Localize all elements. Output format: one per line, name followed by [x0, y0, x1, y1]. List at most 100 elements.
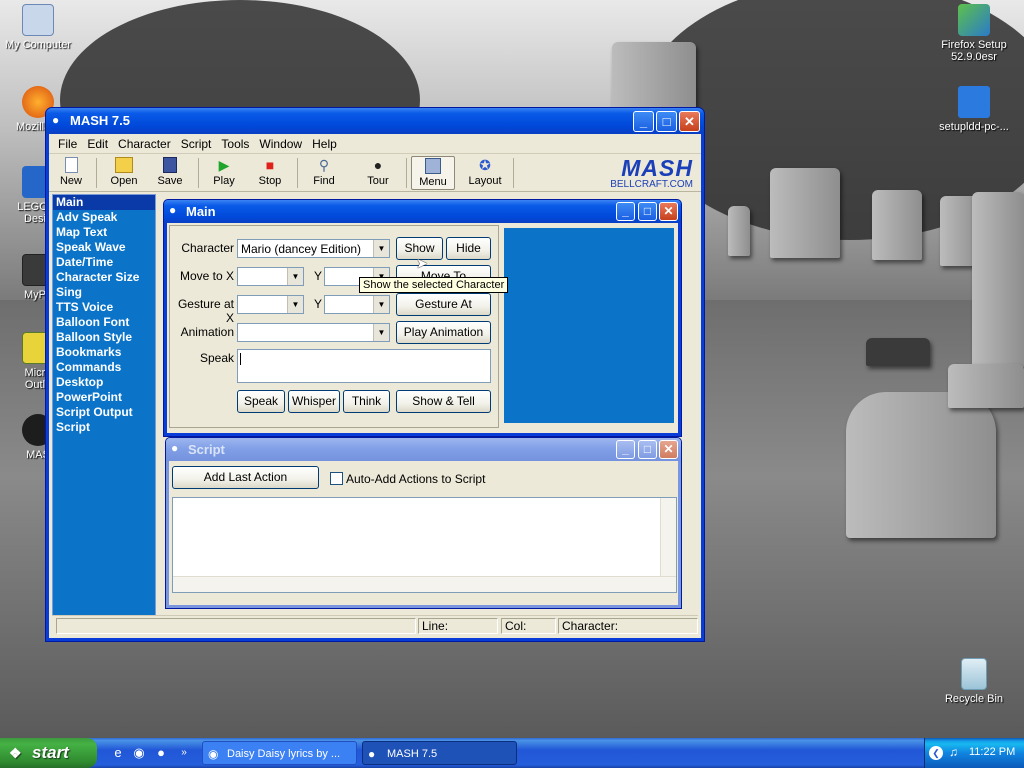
horizontal-scrollbar[interactable]	[173, 576, 676, 592]
show-and-tell-button[interactable]: Show & Tell	[396, 390, 491, 413]
text-caret	[240, 353, 241, 365]
firefox-quicklaunch-icon[interactable]: ◉	[131, 745, 147, 761]
chevron-down-icon[interactable]: ▼	[373, 296, 389, 313]
character-preview-area	[504, 228, 674, 423]
script-panel-client: Add Last Action Auto-Add Actions to Scri…	[169, 461, 678, 605]
script-panel-titlebar[interactable]: ● Script _ □ ✕	[166, 438, 681, 461]
chevron-down-icon[interactable]: ▼	[373, 324, 389, 341]
status-col: Col:	[501, 618, 556, 634]
main-close-button[interactable]: ✕	[659, 202, 678, 221]
move-to-x-select[interactable]: ▼	[237, 267, 304, 286]
sidebar-item-date-time[interactable]: Date/Time	[53, 255, 155, 270]
gesture-at-button[interactable]: Gesture At	[396, 293, 491, 316]
sidebar-item-adv-speak[interactable]: Adv Speak	[53, 210, 155, 225]
speak-textarea[interactable]	[237, 349, 491, 383]
main-panel-window[interactable]: ● Main _ □ ✕ Character Mario (dancey Edi…	[163, 199, 682, 437]
script-maximize-button[interactable]: □	[638, 440, 657, 459]
script-editor[interactable]	[172, 497, 677, 593]
desktop-icon-setupldd[interactable]: setupldd-pc-...	[936, 86, 1012, 133]
add-last-action-button[interactable]: Add Last Action	[172, 466, 319, 489]
sidebar-item-character-size[interactable]: Character Size	[53, 270, 155, 285]
mash-window[interactable]: ● MASH 7.5 _ □ ✕ File Edit Character Scr…	[45, 107, 705, 642]
menu-edit[interactable]: Edit	[82, 137, 113, 151]
save-button[interactable]: Save	[148, 156, 192, 190]
script-panel-window[interactable]: ● Script _ □ ✕ Add Last Action Auto-Add …	[165, 437, 682, 609]
sidebar-item-script[interactable]: Script	[53, 420, 155, 435]
desktop-icon-my-computer[interactable]: My Computer	[0, 4, 76, 51]
ie-icon[interactable]: e	[110, 745, 126, 761]
menu-button[interactable]: Menu	[411, 156, 455, 190]
menu-character[interactable]: Character	[113, 137, 176, 151]
main-panel-client: Character Mario (dancey Edition) ▼ Show …	[167, 223, 678, 433]
script-minimize-button[interactable]: _	[616, 440, 635, 459]
sidebar-item-map-text[interactable]: Map Text	[53, 225, 155, 240]
whisper-button[interactable]: Whisper	[288, 390, 340, 413]
maximize-button[interactable]: □	[656, 111, 677, 132]
menu-help[interactable]: Help	[307, 137, 342, 151]
menu-script[interactable]: Script	[176, 137, 217, 151]
sidebar-item-commands[interactable]: Commands	[53, 360, 155, 375]
tour-button[interactable]: ● Tour	[356, 156, 400, 190]
mash-quicklaunch-icon[interactable]: ●	[153, 745, 169, 761]
play-animation-button[interactable]: Play Animation	[396, 321, 491, 344]
sidebar-item-balloon-font[interactable]: Balloon Font	[53, 315, 155, 330]
desktop-icon-firefox-setup[interactable]: Firefox Setup 52.9.0esr	[936, 4, 1012, 63]
sidebar-item-bookmarks[interactable]: Bookmarks	[53, 345, 155, 360]
character-select[interactable]: Mario (dancey Edition) ▼	[237, 239, 390, 258]
vertical-scrollbar[interactable]	[660, 498, 676, 576]
sidebar-item-sing[interactable]: Sing	[53, 285, 155, 300]
new-button[interactable]: New	[49, 156, 93, 190]
tray-collapse-icon[interactable]: ❮	[929, 746, 943, 760]
gesture-at-x-select[interactable]: ▼	[237, 295, 304, 314]
menu-file[interactable]: File	[53, 137, 82, 151]
taskbar-item-daisy[interactable]: ◉ Daisy Daisy lyrics by ...	[202, 741, 357, 765]
menu-tools[interactable]: Tools	[216, 137, 254, 151]
firefox-icon: ◉	[208, 747, 219, 761]
close-button[interactable]: ✕	[679, 111, 700, 132]
stop-button[interactable]: ■ Stop	[248, 156, 292, 190]
main-panel-titlebar[interactable]: ● Main _ □ ✕	[164, 200, 681, 223]
play-button[interactable]: ▶ Play	[202, 156, 246, 190]
menu-window[interactable]: Window	[254, 137, 307, 151]
chevron-down-icon[interactable]: ▼	[287, 268, 303, 285]
desktop-icon-recycle-bin[interactable]: Recycle Bin	[936, 658, 1012, 705]
sidebar-item-desktop[interactable]: Desktop	[53, 375, 155, 390]
lego-setup-icon	[958, 86, 990, 118]
open-button[interactable]: Open	[102, 156, 146, 190]
mash-titlebar[interactable]: ● MASH 7.5 _ □ ✕	[46, 108, 704, 134]
quicklaunch-overflow-icon[interactable]: »	[176, 745, 192, 761]
script-close-button[interactable]: ✕	[659, 440, 678, 459]
wallpaper-gravestone	[728, 206, 750, 256]
find-button[interactable]: ⚲ Find	[302, 156, 346, 190]
hide-button[interactable]: Hide	[446, 237, 491, 260]
chevron-down-icon[interactable]: ▼	[373, 240, 389, 257]
auto-add-checkbox[interactable]	[330, 472, 343, 485]
main-maximize-button[interactable]: □	[638, 202, 657, 221]
tray-clock[interactable]: 11:22 PM	[969, 746, 1015, 758]
layout-button[interactable]: ✪ Layout	[463, 156, 507, 190]
gesture-at-y-select[interactable]: ▼	[324, 295, 390, 314]
auto-add-label: Auto-Add Actions to Script	[346, 472, 486, 486]
mash-client: File Edit Character Script Tools Window …	[49, 134, 701, 638]
sidebar-item-balloon-style[interactable]: Balloon Style	[53, 330, 155, 345]
sidebar-item-script-output[interactable]: Script Output	[53, 405, 155, 420]
feature-sidebar: Main Adv Speak Map Text Speak Wave Date/…	[52, 194, 156, 616]
sidebar-item-powerpoint[interactable]: PowerPoint	[53, 390, 155, 405]
start-button[interactable]: ❖ start	[0, 738, 97, 768]
play-icon: ▶	[218, 157, 230, 173]
sidebar-item-speak-wave[interactable]: Speak Wave	[53, 240, 155, 255]
volume-icon[interactable]: ♫	[949, 745, 958, 759]
wallpaper-gravestone	[872, 190, 922, 260]
animation-label: Animation	[180, 325, 234, 339]
taskbar-item-mash[interactable]: ● MASH 7.5	[362, 741, 517, 765]
sidebar-item-main[interactable]: Main	[53, 195, 155, 210]
mash-app-icon: ●	[368, 747, 376, 761]
system-tray: ❮ ♫ 11:22 PM	[924, 738, 1024, 768]
chevron-down-icon[interactable]: ▼	[287, 296, 303, 313]
main-minimize-button[interactable]: _	[616, 202, 635, 221]
sidebar-item-tts-voice[interactable]: TTS Voice	[53, 300, 155, 315]
minimize-button[interactable]: _	[633, 111, 654, 132]
animation-select[interactable]: ▼	[237, 323, 390, 342]
speak-button[interactable]: Speak	[237, 390, 285, 413]
think-button[interactable]: Think	[343, 390, 390, 413]
